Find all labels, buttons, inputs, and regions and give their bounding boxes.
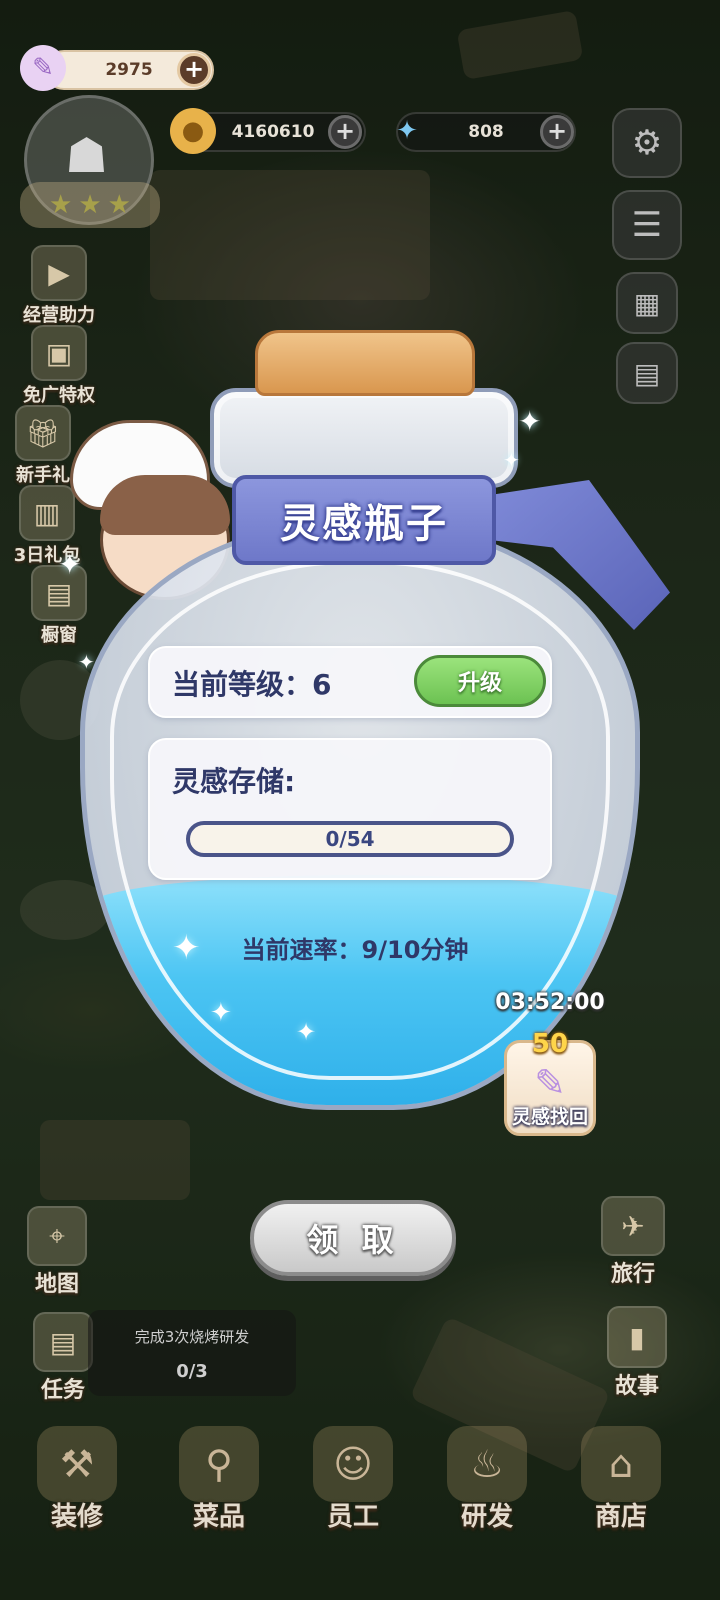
nav-label: 商店 [594,1502,647,1532]
storage-progress-text: 0/54 [325,827,375,851]
sparkle-icon: ✦ [210,998,232,1028]
research-icon: ♨ [447,1426,527,1502]
cards-button[interactable]: ▤ [616,342,678,404]
chef-hair [100,475,230,535]
task-title: 完成3次烧烤研发 [134,1328,250,1346]
jar-cork [255,330,475,396]
sparkle-icon: ✦ [172,928,201,968]
popup-title-ribbon: 灵感瓶子 [232,475,496,565]
nav-label: 员工 [326,1502,379,1532]
nav-decor[interactable]: ⚒ 装修 [22,1426,132,1533]
star-icon: ★ [78,190,102,220]
ad-free-icon: ▣ [31,325,87,381]
table [40,1120,190,1200]
sparkle-icon: ✦ [518,405,542,438]
feather-icon: ✎ [20,45,66,91]
claim-label: 领 取 [306,1221,400,1259]
coin-value: 4160610 [231,122,315,142]
sparkle-icon: ✦ [58,548,82,581]
side-item-label: 橱窗 [41,625,77,646]
star-icon: ★ [49,190,73,220]
storage-card: 灵感存储: [148,738,552,880]
task-panel[interactable]: 完成3次烧烤研发 0/3 [88,1310,296,1396]
chef-hat-icon: ☗ [65,128,109,184]
current-rate-label: 当前速率：9/10分钟 [241,936,469,964]
dishes-icon: ⚲ [179,1426,259,1502]
storage-progress-bar: 0/54 [186,821,514,857]
jar-neck [210,388,518,488]
rank-stars: ★ ★ ★ [20,182,160,228]
side-item-label: 经营助力 [23,305,95,326]
list-icon: ☰ [631,205,663,245]
map-icon: ⌖ [27,1206,87,1266]
recover-timer: 03:52:00 [495,990,605,1015]
nav-staff[interactable]: ☺ 员工 [298,1426,408,1533]
task-progress: 0/3 [176,1361,208,1382]
side-item-label: 故事 [614,1374,659,1399]
side-item-label: 免广特权 [23,385,95,406]
nav-label: 菜品 [192,1502,245,1532]
feather-arrow-icon: ✎ [534,1061,566,1105]
upgrade-label: 升级 [457,671,502,696]
recover-label: 灵感找回 [511,1106,588,1128]
add-feather-button[interactable]: + [177,53,211,87]
side-item-ad-free[interactable]: ▣ 免广特权 [4,325,114,407]
nav-research[interactable]: ♨ 研发 [432,1426,542,1533]
side-item-travel[interactable]: ✈ 旅行 [578,1196,688,1288]
star-icon: ★ [107,190,131,220]
plane-icon: ✈ [601,1196,665,1256]
upgrade-button[interactable]: 升级 [414,655,546,707]
side-item-boost[interactable]: ▶ 经营助力 [4,245,114,327]
feather-value: 2975 [105,60,153,80]
sparkle-icon: ✦ [296,1018,317,1046]
add-gems-button[interactable]: + [540,115,574,149]
side-item-story[interactable]: ▮ 故事 [582,1306,692,1400]
star-gem-icon: ✦ [396,116,418,146]
nav-label: 装修 [50,1502,103,1532]
decor-icon: ⚒ [37,1426,117,1502]
book-icon: ▮ [607,1306,667,1368]
popup-title: 灵感瓶子 [280,501,448,547]
add-coins-button[interactable]: + [328,115,362,149]
menu-button[interactable]: ☰ [612,190,682,260]
calendar-icon: ▦ [633,286,661,320]
side-item-label: 旅行 [610,1262,655,1287]
side-item-label: 地图 [34,1272,79,1297]
nav-shop[interactable]: ⌂ 商店 [566,1426,676,1533]
kitchen-counter [150,170,430,300]
storage-label: 灵感存储: [172,765,296,798]
claim-button[interactable]: 领 取 [250,1200,456,1276]
recover-count: 50 [531,1029,569,1059]
clipboard-icon: ▤ [33,1312,93,1372]
inspiration-recover-button[interactable]: 50 ✎ 灵感找回 [504,1029,596,1136]
shop-icon: ⌂ [581,1426,661,1502]
settings-button[interactable]: ⚙ [612,108,682,178]
staff-icon: ☺ [313,1426,393,1502]
sparkle-icon: ✦ [78,650,95,674]
gem-value: 808 [468,122,504,142]
cards-icon: ▤ [633,356,661,390]
nav-label: 研发 [460,1502,513,1532]
current-level-label: 当前等级：6 [172,668,332,701]
side-item-map[interactable]: ⌖ 地图 [2,1206,112,1298]
gear-icon: ⚙ [631,123,663,163]
sparkle-icon: ✦ [503,448,520,472]
paw-coin-icon: ● [170,108,216,154]
nav-dishes[interactable]: ⚲ 菜品 [164,1426,274,1533]
boost-icon: ▶ [31,245,87,301]
signboard [456,9,584,81]
calendar-button[interactable]: ▦ [616,272,678,334]
